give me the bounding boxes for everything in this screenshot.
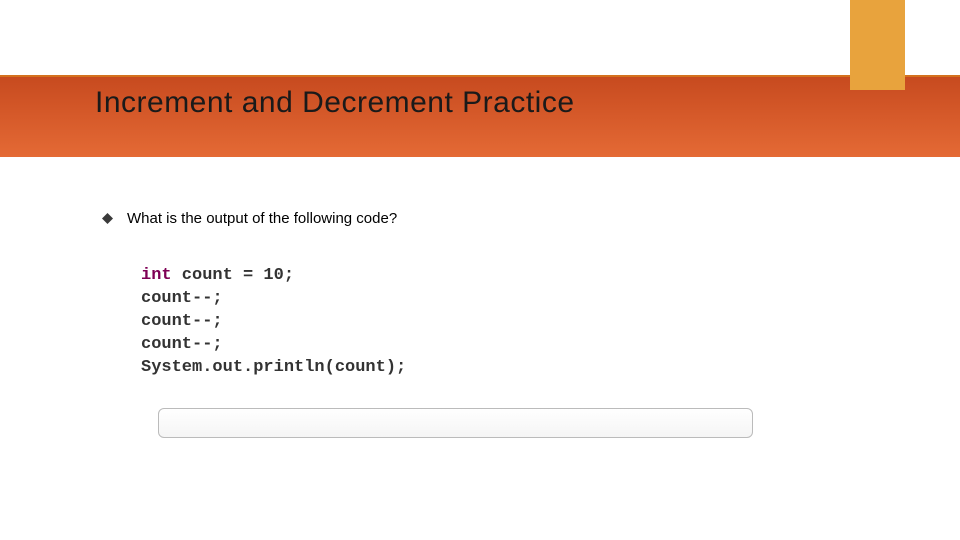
diamond-bullet-icon xyxy=(102,213,113,224)
accent-block xyxy=(850,0,905,90)
slide-title: Increment and Decrement Practice xyxy=(95,86,575,120)
code-block: int count = 10; count--; count--; count-… xyxy=(127,255,477,392)
code-text: count--; xyxy=(141,312,223,331)
answer-box[interactable] xyxy=(158,408,753,438)
code-text: count--; xyxy=(141,335,223,354)
bullet-row: What is the output of the following code… xyxy=(102,210,397,227)
code-text: count = 10; xyxy=(172,266,294,285)
code-text: count--; xyxy=(141,289,223,308)
bullet-text: What is the output of the following code… xyxy=(127,210,397,227)
code-keyword: int xyxy=(141,266,172,285)
code-text: System.out.println(count); xyxy=(141,358,406,377)
